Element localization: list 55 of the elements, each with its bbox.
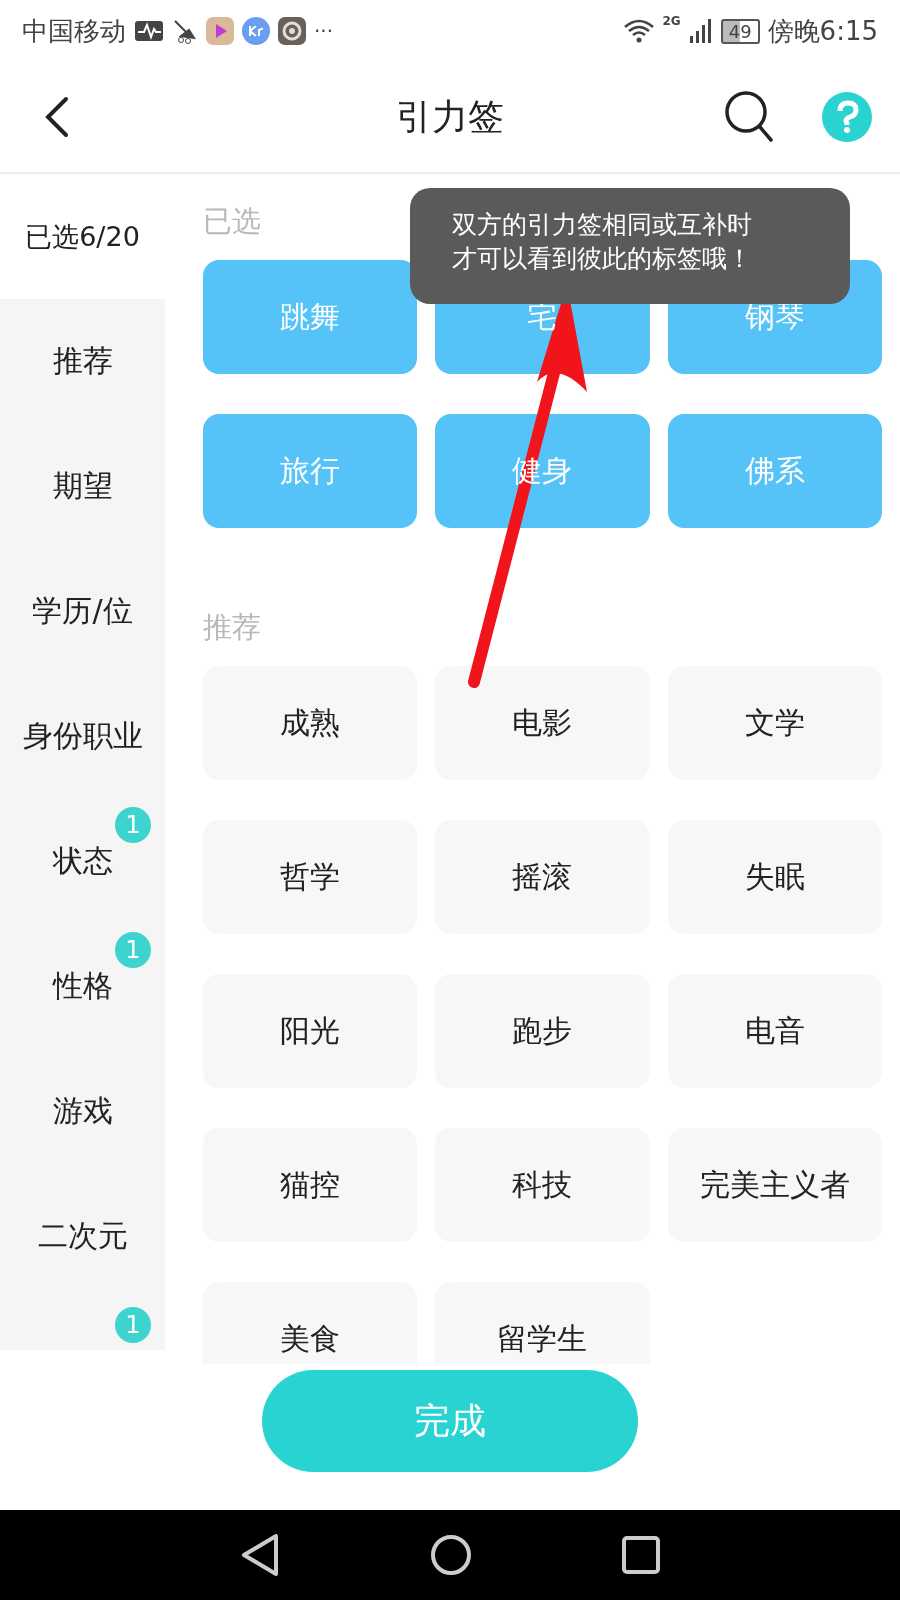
app-icon: [242, 17, 270, 45]
category-label: 学历/位: [32, 592, 133, 630]
category-item[interactable]: 推荐: [0, 299, 165, 424]
home-nav-icon[interactable]: [430, 1534, 472, 1576]
wifi-icon: [622, 18, 655, 44]
section-heading: 已选: [203, 203, 261, 240]
category-label: 性格: [52, 967, 113, 1005]
tag-chip[interactable]: 美食: [203, 1282, 418, 1364]
recents-nav-icon[interactable]: [622, 1536, 660, 1574]
app-icon: [278, 17, 306, 45]
carrier-name: 中国移动: [22, 14, 126, 48]
tag-chip[interactable]: 电影: [435, 666, 650, 780]
network-type: 2G: [662, 14, 681, 28]
back-nav-icon[interactable]: [240, 1533, 280, 1577]
count-badge: 1: [115, 932, 151, 968]
clock: 傍晚6:15: [767, 14, 878, 48]
category-item[interactable]: 二次元: [0, 1174, 165, 1299]
category-item[interactable]: 性格 1: [0, 924, 165, 1049]
more-notifications-icon: ···: [314, 19, 334, 43]
tag-chip[interactable]: 成熟: [203, 666, 418, 780]
category-label: 身份职业: [22, 717, 143, 755]
tooltip: 双方的引力签相同或互补时 才可以看到彼此的标签哦！: [410, 188, 850, 304]
battery-indicator: 49: [720, 18, 760, 44]
tag-chip[interactable]: 文学: [667, 666, 882, 780]
count-badge: 1: [115, 1307, 151, 1343]
search-icon[interactable]: [724, 90, 774, 144]
tag-chip[interactable]: 跑步: [435, 974, 650, 1088]
category-item[interactable]: 期望: [0, 424, 165, 549]
section-heading: 推荐: [203, 609, 261, 646]
tag-chip[interactable]: 哲学: [203, 820, 418, 934]
tag-chip[interactable]: 电音: [667, 974, 882, 1088]
category-item[interactable]: 游戏: [0, 1049, 165, 1174]
tag-chip[interactable]: 留学生: [435, 1282, 650, 1364]
category-label: 游戏: [52, 1092, 113, 1130]
tag-chip[interactable]: 完美主义者: [667, 1128, 882, 1242]
page-title: 引力签: [396, 94, 504, 139]
category-item[interactable]: 已选6/20: [0, 174, 165, 299]
tag-chip[interactable]: 猫控: [203, 1128, 418, 1242]
category-item[interactable]: 学历/位: [0, 549, 165, 674]
category-item[interactable]: 身份职业: [0, 674, 165, 799]
category-label: 二次元: [37, 1217, 128, 1255]
count-badge: 1: [115, 807, 151, 843]
back-icon[interactable]: [44, 96, 70, 138]
category-label: 已选6/20: [25, 219, 140, 254]
activity-icon: [134, 20, 164, 42]
video-app-icon: [206, 17, 234, 45]
tag-chip[interactable]: 阳光: [203, 974, 418, 1088]
category-label: 推荐: [52, 342, 113, 380]
signal-icon: [688, 18, 713, 44]
category-label: 状态: [52, 842, 113, 880]
category-label: 期望: [52, 467, 113, 505]
category-item[interactable]: 状态 1: [0, 799, 165, 924]
tag-chip[interactable]: 失眠: [667, 820, 882, 934]
tag-chip[interactable]: 科技: [435, 1128, 650, 1242]
tag-chip[interactable]: 摇滚: [435, 820, 650, 934]
